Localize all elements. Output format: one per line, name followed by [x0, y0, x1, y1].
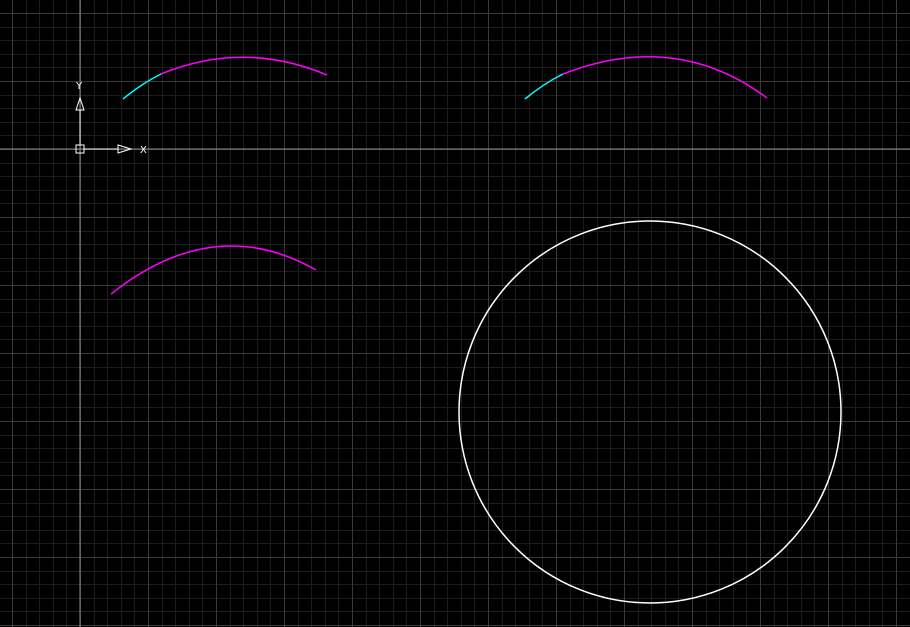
drawing-canvas[interactable]: Y X [0, 0, 910, 627]
ucs-x-label: X [140, 145, 147, 156]
drawing-svg[interactable]: Y X [0, 0, 910, 627]
ucs-y-label: Y [75, 81, 83, 92]
canvas-background [0, 0, 910, 627]
